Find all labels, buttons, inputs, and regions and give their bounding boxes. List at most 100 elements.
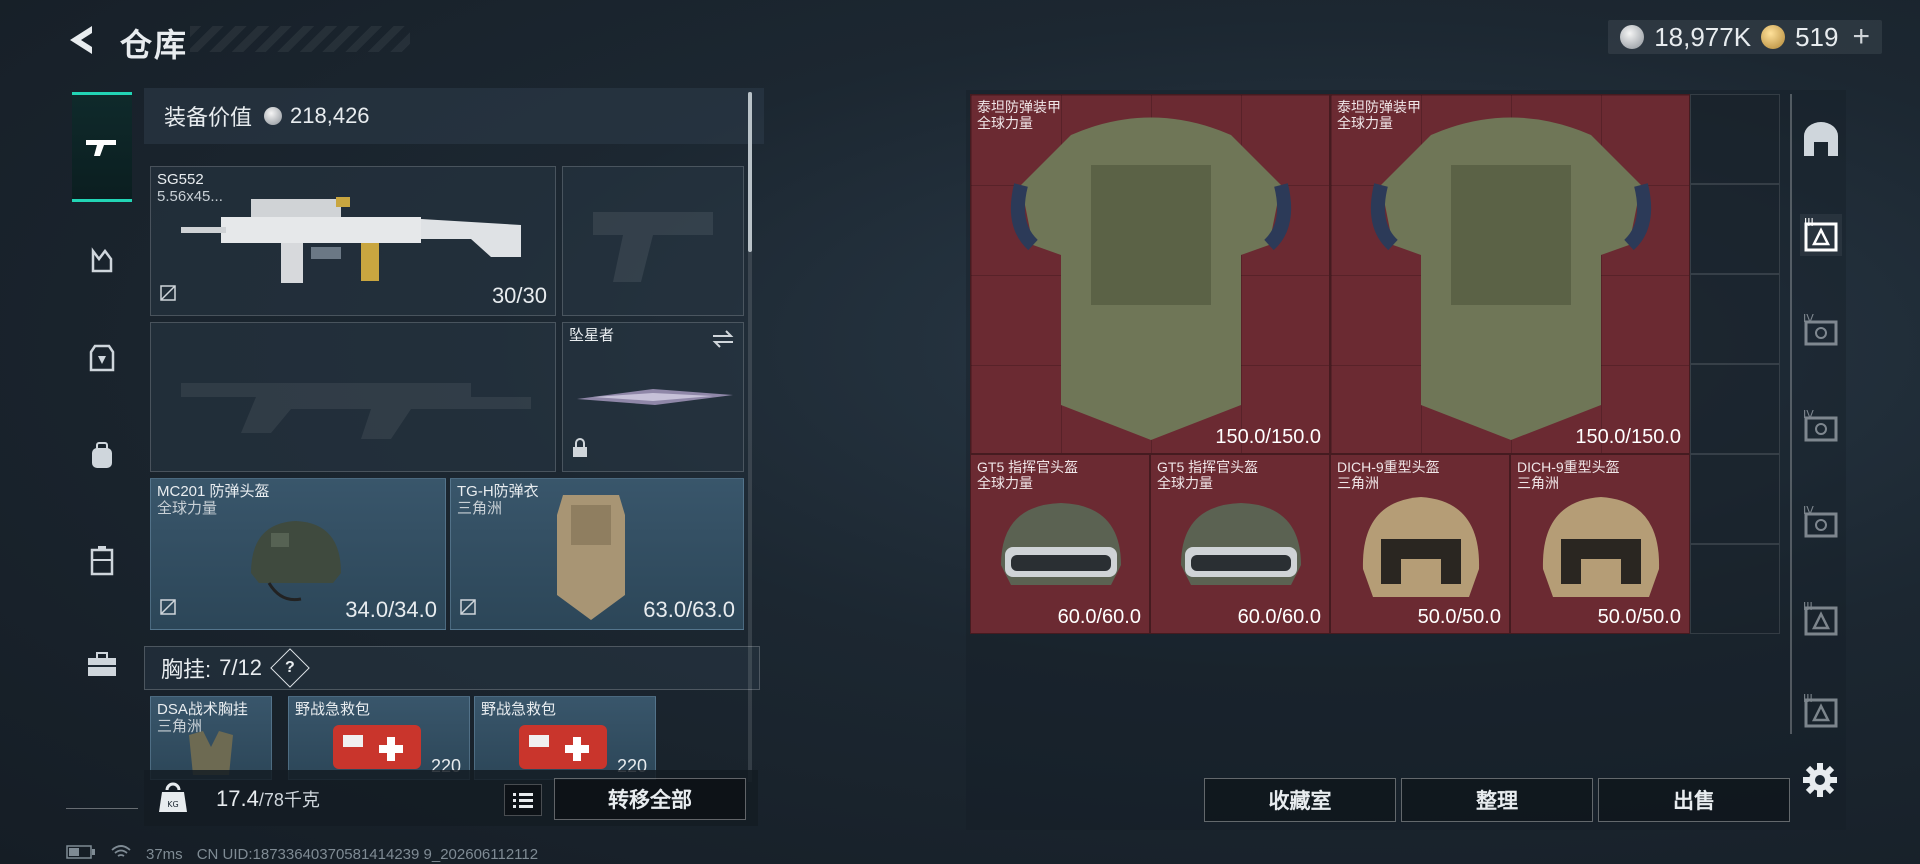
svg-text:III: III bbox=[1804, 216, 1814, 229]
stash-item-armor[interactable]: 泰坦防弹装甲 全球力量 150.0/150.0 bbox=[970, 94, 1330, 454]
swap-icon[interactable] bbox=[711, 329, 735, 354]
unlocked-icon bbox=[459, 598, 477, 621]
armor-name: TG-H防弹衣 bbox=[457, 483, 539, 500]
item-durability: 50.0/50.0 bbox=[1417, 606, 1501, 628]
secondary-rifle-slot[interactable] bbox=[150, 322, 556, 472]
wifi-icon bbox=[110, 844, 132, 864]
primary-weapon-slot[interactable]: SG552 5.56x45... 30/30 bbox=[150, 166, 556, 316]
rig-item-vest[interactable]: DSA战术胸挂 三角洲 bbox=[150, 696, 272, 780]
chest-rig-count: 7/12 bbox=[219, 655, 262, 680]
weight-icon: KG bbox=[158, 780, 188, 819]
body-armor-slot[interactable]: TG-H防弹衣 三角洲 63.0/63.0 bbox=[450, 478, 744, 630]
tab-stash-5[interactable]: IV bbox=[1800, 502, 1842, 544]
list-view-button[interactable] bbox=[504, 784, 542, 816]
item-origin: 全球力量 bbox=[1157, 475, 1213, 491]
pistol-silhouette-icon bbox=[593, 212, 713, 282]
empty-cell[interactable] bbox=[1690, 274, 1780, 364]
armor-vest-image bbox=[557, 495, 625, 620]
nav-armor[interactable] bbox=[72, 328, 132, 388]
stash-tab-icon bbox=[1804, 122, 1838, 156]
equipment-value: 218,426 bbox=[290, 103, 370, 128]
melee-blade-image bbox=[577, 389, 733, 405]
gold-coin-icon bbox=[1761, 25, 1786, 49]
inventory-footer: KG 17.4/78千克 转移全部 bbox=[144, 770, 758, 826]
svg-text:III: III bbox=[1803, 600, 1813, 613]
empty-cell[interactable] bbox=[1690, 544, 1780, 634]
collection-room-button[interactable]: 收藏室 bbox=[1204, 778, 1396, 822]
nav-case[interactable] bbox=[72, 634, 132, 694]
chest-rig-icon bbox=[90, 546, 114, 576]
item-durability: 60.0/60.0 bbox=[1057, 606, 1141, 628]
medkit-image bbox=[519, 725, 607, 769]
empty-cell[interactable] bbox=[1690, 184, 1780, 274]
chest-rig-label: 胸挂: bbox=[161, 657, 212, 682]
sell-button[interactable]: 出售 bbox=[1598, 778, 1790, 822]
back-button[interactable] bbox=[62, 20, 102, 60]
svg-text:KG: KG bbox=[167, 800, 178, 809]
secondary-weapon-slot[interactable] bbox=[562, 166, 744, 316]
nav-ammo[interactable] bbox=[72, 230, 132, 290]
tab-stash-6[interactable]: III bbox=[1800, 598, 1842, 640]
dich9-helmet-image bbox=[1362, 497, 1480, 597]
toolbox-icon bbox=[88, 652, 116, 676]
settings-button[interactable] bbox=[1802, 762, 1838, 803]
item-durability: 60.0/60.0 bbox=[1237, 606, 1321, 628]
item-durability: 150.0/150.0 bbox=[1215, 426, 1321, 448]
add-currency-button[interactable]: + bbox=[1852, 20, 1870, 54]
user-uid: CN UID:18733640370581414239 9_2026061121… bbox=[196, 845, 539, 863]
helmet-name: MC201 防弹头盔 bbox=[157, 483, 270, 500]
transfer-all-button[interactable]: 转移全部 bbox=[554, 778, 746, 820]
nav-backpack[interactable] bbox=[72, 426, 132, 486]
list-icon bbox=[513, 793, 533, 808]
melee-name: 坠星者 bbox=[569, 327, 615, 344]
tab-stash-7[interactable]: III bbox=[1800, 690, 1842, 732]
svg-text:IV: IV bbox=[1803, 312, 1814, 325]
category-nav bbox=[66, 90, 138, 810]
rig-item-name: DSA战术胸挂 bbox=[157, 701, 248, 718]
back-arrow-icon bbox=[70, 26, 92, 54]
rig-item-medkit[interactable]: 野战急救包 220 bbox=[474, 696, 656, 780]
backpack-icon bbox=[92, 442, 112, 468]
item-name: GT5 指挥官头盔 bbox=[1157, 459, 1259, 475]
organize-button[interactable]: 整理 bbox=[1401, 778, 1593, 822]
stash-item-helmet[interactable]: DICH-9重型头盔 三角洲 50.0/50.0 bbox=[1510, 454, 1690, 634]
current-weight: 17.4 bbox=[216, 786, 259, 811]
ping: 37ms bbox=[146, 845, 183, 863]
nav-weapons[interactable] bbox=[72, 92, 132, 202]
equipment-panel: 装备价值 218,426 SG552 5.56x45... 30/30 坠星者 … bbox=[144, 88, 764, 828]
stash-tab-icon: IV bbox=[1803, 408, 1838, 442]
tab-main-stash[interactable] bbox=[1800, 118, 1842, 160]
stash-item-helmet[interactable]: DICH-9重型头盔 三角洲 50.0/50.0 bbox=[1330, 454, 1510, 634]
silver-amount: 18,977K bbox=[1654, 21, 1752, 52]
helmet-slot[interactable]: MC201 防弹头盔 全球力量 34.0/34.0 bbox=[150, 478, 446, 630]
nav-rig[interactable] bbox=[72, 530, 132, 590]
melee-slot[interactable]: 坠星者 bbox=[562, 322, 744, 472]
rig-item-medkit[interactable]: 野战急救包 220 bbox=[288, 696, 470, 780]
armor-origin: 三角洲 bbox=[457, 500, 503, 517]
battery-icon bbox=[66, 845, 96, 863]
unlocked-icon bbox=[159, 598, 177, 621]
stash-tabs: III IV IV IV III III bbox=[1790, 94, 1850, 744]
empty-cell[interactable] bbox=[1690, 94, 1780, 184]
currency-bar: 18,977K 519 + bbox=[1608, 20, 1882, 54]
stash-item-helmet[interactable]: GT5 指挥官头盔 全球力量 60.0/60.0 bbox=[1150, 454, 1330, 634]
item-name: DICH-9重型头盔 bbox=[1517, 459, 1620, 475]
empty-cell[interactable] bbox=[1690, 364, 1780, 454]
chest-rig-header: 胸挂: 7/12 ? bbox=[144, 646, 760, 690]
silver-coin-icon bbox=[1620, 25, 1645, 49]
empty-cell[interactable] bbox=[1690, 454, 1780, 544]
tab-stash-2[interactable]: III bbox=[1800, 214, 1842, 256]
svg-text:IV: IV bbox=[1803, 504, 1814, 517]
armor-durability: 63.0/63.0 bbox=[643, 597, 735, 622]
item-origin: 全球力量 bbox=[977, 475, 1033, 491]
item-name: DICH-9重型头盔 bbox=[1337, 459, 1440, 475]
equipment-scrollbar[interactable] bbox=[748, 92, 752, 252]
svg-text:IV: IV bbox=[1803, 408, 1814, 421]
help-icon[interactable]: ? bbox=[270, 648, 310, 688]
gt5-helmet-image bbox=[1181, 503, 1301, 585]
stash-item-helmet[interactable]: GT5 指挥官头盔 全球力量 60.0/60.0 bbox=[970, 454, 1150, 634]
tab-stash-4[interactable]: IV bbox=[1800, 406, 1842, 448]
svg-text:III: III bbox=[1803, 692, 1813, 705]
tab-stash-3[interactable]: IV bbox=[1800, 310, 1842, 352]
stash-item-armor[interactable]: 泰坦防弹装甲 全球力量 150.0/150.0 bbox=[1330, 94, 1690, 454]
